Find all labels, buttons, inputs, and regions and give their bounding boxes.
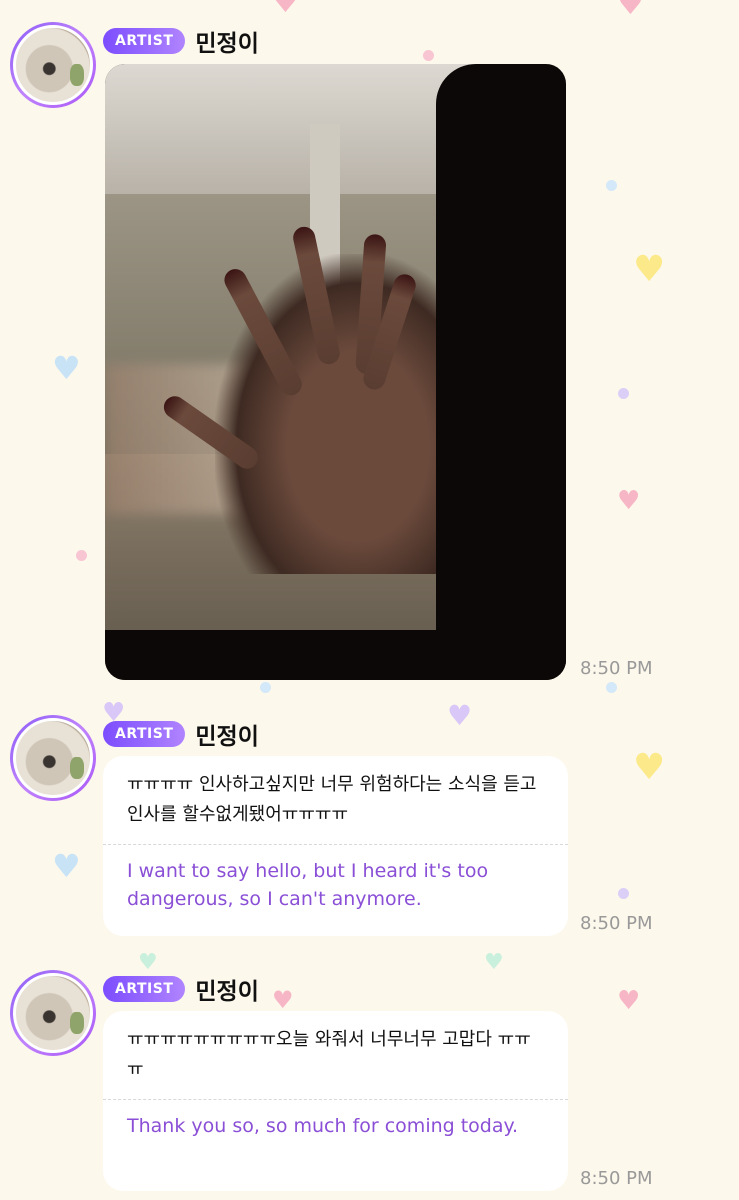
avatar-photo [13,973,93,1053]
timestamp: 8:50 PM [580,658,653,679]
heart-pink-icon: ♥ [272,986,294,1014]
message-photo[interactable] [105,64,566,680]
artist-badge: ARTIST [103,721,186,747]
dot-decoration [606,682,617,693]
message-text-korean: ㅠㅠㅠㅠㅠㅠㅠㅠㅠ오늘 와줘서 너무너무 고맙다 ㅠㅠㅠ [127,1029,531,1080]
message-translation: Thank you so, so much for coming today. [127,1115,519,1137]
avatar[interactable] [10,715,96,801]
heart-pink-icon: ♥ [617,486,641,516]
dot-decoration [423,50,434,61]
sender-name: 민정이 [195,31,259,57]
artist-badge: ARTIST [103,976,186,1002]
heart-green-icon: ♥ [484,950,504,975]
heart-pink-icon: ♥ [617,986,641,1016]
heart-yellow-icon: ♥ [633,747,666,788]
avatar-photo [13,25,93,105]
dot-decoration [618,388,629,399]
artist-badge: ARTIST [103,28,186,54]
dot-decoration [618,888,629,899]
heart-yellow-icon: ♥ [633,249,666,290]
heart-blue-icon: ♥ [52,349,81,387]
message-text-korean: ㅠㅠㅠㅠ 인사하고싶지만 너무 위험하다는 소식을 듣고 인사를 할수없게됐어ㅠ… [127,774,537,825]
dot-decoration [606,180,617,191]
sender-name: 민정이 [195,724,259,750]
heart-pink-icon: ♥ [272,0,299,20]
timestamp: 8:50 PM [580,913,653,934]
photo-window-frame [105,630,566,680]
photo-dark-sleeve [436,64,566,680]
dot-decoration [260,682,271,693]
heart-blue-icon: ♥ [52,847,81,885]
heart-purple-icon: ♥ [447,699,473,732]
sender-name: 민정이 [195,979,259,1005]
heart-green-icon: ♥ [138,950,158,975]
message-bubble[interactable]: ㅠㅠㅠㅠ 인사하고싶지만 너무 위험하다는 소식을 듣고 인사를 할수없게됐어ㅠ… [103,756,568,936]
message-header: ARTIST 민정이 [103,717,259,751]
message-header: ARTIST 민정이 [103,972,259,1006]
avatar-photo [13,718,93,798]
message-bubble[interactable]: ㅠㅠㅠㅠㅠㅠㅠㅠㅠ오늘 와줘서 너무너무 고맙다 ㅠㅠㅠ Thank you s… [103,1011,568,1191]
avatar[interactable] [10,970,96,1056]
heart-pink-icon: ♥ [617,0,644,22]
message-header: ARTIST 민정이 [103,24,259,58]
dot-decoration [76,550,87,561]
avatar[interactable] [10,22,96,108]
timestamp: 8:50 PM [580,1168,653,1189]
message-translation: I want to say hello, but I heard it's to… [127,860,489,910]
